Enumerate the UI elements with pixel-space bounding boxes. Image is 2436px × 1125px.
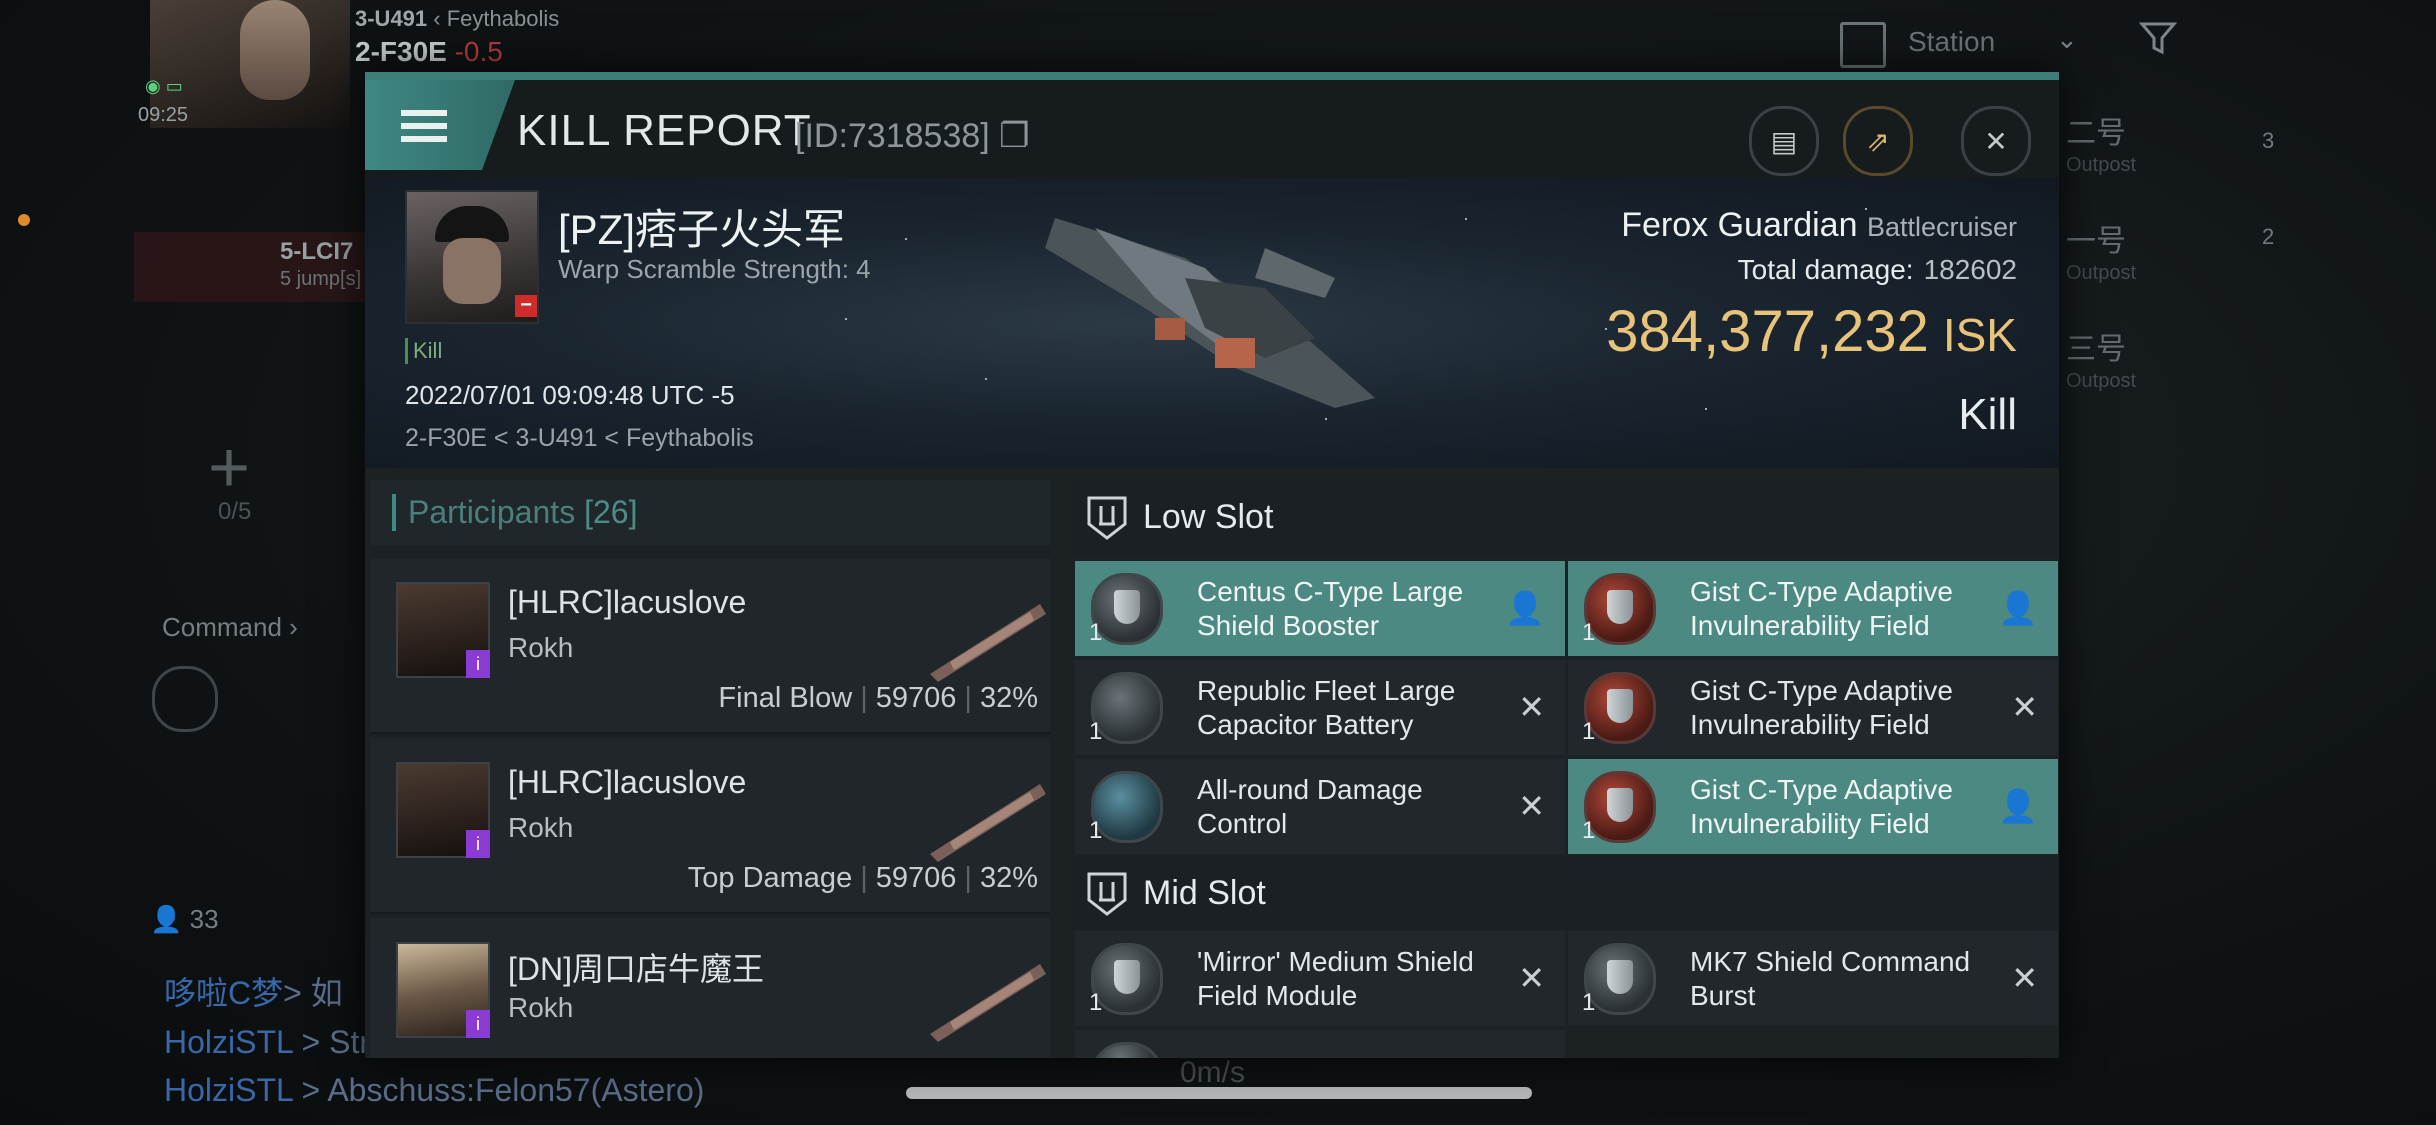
participant-ship: Rokh — [508, 812, 574, 843]
low-slot-icon — [1087, 496, 1127, 540]
chat-line: HolziSTL > Abschuss:Felon57(Astero) — [164, 1072, 705, 1108]
participant-stats: Final Blow | 59706 | 32% — [718, 682, 1038, 714]
command-label[interactable]: Command › — [162, 612, 298, 643]
home-indicator[interactable] — [906, 1087, 1532, 1099]
dropped-person-icon: 👤 — [1998, 590, 2038, 626]
fitting-item[interactable]: 1 All-round Damage Control ✕ — [1075, 759, 1565, 854]
standing-badge: − — [515, 295, 537, 317]
nav-count-1: 3 — [2262, 128, 2275, 153]
participant-row[interactable]: i [HLRC]lacuslove Rokh Final Blow | 59706 |… — [370, 558, 1050, 734]
destroyed-x-icon: ✕ — [2011, 960, 2038, 996]
total-damage: Total damage: 182602 — [1737, 254, 2017, 285]
weapon-icon — [930, 964, 1046, 1042]
fitting-item[interactable]: 1 Gist C-Type Adaptive Invulnerability F… — [1568, 561, 2058, 656]
corp-badge-icon: i — [466, 830, 490, 858]
clipboard-icon: ▤ — [1770, 125, 1798, 157]
report-id[interactable]: [ID:7318538] ❐ — [795, 116, 1030, 156]
kill-tag: Kill — [405, 338, 442, 364]
fitting-item[interactable]: 1 Gist C-Type Adaptive Invulnerability F… — [1568, 759, 2058, 854]
participant-avatar[interactable]: i — [396, 582, 490, 678]
close-button[interactable]: ✕ — [1961, 106, 2031, 176]
close-icon: ✕ — [1984, 125, 2008, 157]
hamburger-icon — [401, 110, 447, 149]
modal-title: KILL REPORT — [517, 106, 812, 155]
command-dial[interactable] — [152, 666, 218, 732]
destroyed-x-icon: ✕ — [1518, 960, 1545, 996]
corp-badge-icon: i — [466, 650, 490, 678]
target-jumps: 5 jump[s] — [280, 268, 362, 290]
module-icon — [1091, 1042, 1163, 1058]
speed-readout: 0m/s — [1180, 1056, 1246, 1089]
target-name: 5-LCI7 — [280, 238, 354, 265]
participant-name: [DN]周口店牛魔王 — [508, 951, 765, 987]
dropped-person-icon: 👤 — [1998, 788, 2038, 824]
weapon-icon — [930, 784, 1046, 862]
station-filter-label: Station — [1908, 26, 1996, 57]
nav-outpost-2[interactable]: 二号 Outpost — [2066, 108, 2216, 198]
fitting-item[interactable]: 1 Republic Fleet Large Capacitor Battery… — [1075, 660, 1565, 755]
filter-icon[interactable] — [2138, 18, 2178, 58]
dropped-person-icon: 👤 — [1505, 590, 1545, 626]
system-path: 3-U491 ‹ Feythabolis — [355, 6, 560, 31]
nav-outpost-3[interactable]: 三号 Outpost — [2066, 324, 2216, 414]
wifi-icon: ◉ ▭ — [145, 76, 183, 96]
fitting-item[interactable] — [1075, 1030, 1565, 1058]
fitting-item[interactable]: 1 Centus C-Type Large Shield Booster 👤 — [1075, 561, 1565, 656]
fitting-item[interactable]: 1 MK7 Shield Command Burst ✕ — [1568, 931, 2058, 1026]
member-count[interactable]: 👤 33 — [150, 904, 219, 935]
participant-avatar[interactable]: i — [396, 942, 490, 1038]
station-checkbox[interactable] — [1840, 22, 1886, 68]
nav-outpost-1[interactable]: 一号 Outpost — [2066, 216, 2216, 306]
kill-report-modal: KILL REPORT [ID:7318538] ❐ ▤ ⇗ ✕ − [PZ]痞… — [365, 72, 2059, 1058]
share-icon: ⇗ — [1866, 125, 1890, 157]
participant-row[interactable]: i [DN]周口店牛魔王 Rokh — [370, 918, 1050, 1058]
clipboard-button[interactable]: ▤ — [1749, 106, 1819, 176]
participant-row[interactable]: i [HLRC]lacuslove Rokh Top Damage | 59706 |… — [370, 738, 1050, 914]
fitting-item[interactable]: 1 'Mirror' Medium Shield Field Module ✕ — [1075, 931, 1565, 1026]
nav-count-2: 2 — [2262, 224, 2275, 249]
mid-slot-icon — [1087, 872, 1127, 916]
destroyed-x-icon: ✕ — [2011, 689, 2038, 725]
ship-image[interactable] — [1035, 188, 1395, 418]
victim-name[interactable]: [PZ]痞子火头军 — [558, 196, 845, 257]
isk-value: 384,377,232 ISK — [1606, 299, 2017, 364]
low-slot-header: Low Slot — [1071, 480, 2059, 556]
participant-avatar[interactable]: i — [396, 762, 490, 858]
destroyed-x-icon: ✕ — [1518, 788, 1545, 824]
weapon-icon — [930, 604, 1046, 682]
participant-ship: Rokh — [508, 992, 574, 1023]
participant-ship: Rokh — [508, 632, 574, 663]
chevron-down-icon[interactable]: ⌄ — [2056, 24, 2078, 55]
chat-line: 哆啦C梦> 如 — [164, 975, 343, 1011]
participant-name: [HLRC]lacuslove — [508, 764, 747, 800]
kill-date: 2022/07/01 09:09:48 UTC -5 — [405, 380, 735, 410]
add-fleet-icon[interactable]: + — [208, 432, 250, 504]
clock: 09:25 — [138, 104, 189, 126]
participants-header[interactable]: Participants [26] — [370, 480, 1050, 546]
ship-name[interactable]: Ferox Guardian Battlecruiser — [1621, 206, 2017, 245]
result-label: Kill — [1958, 390, 2017, 439]
kill-location[interactable]: 2-F30E < 3-U491 < Feythabolis — [405, 424, 754, 453]
share-button[interactable]: ⇗ — [1843, 106, 1913, 176]
victim-banner: − [PZ]痞子火头军 Warp Scramble Strength: 4 Ki… — [365, 178, 2059, 468]
participant-name: [HLRC]lacuslove — [508, 584, 747, 620]
corp-badge-icon: i — [466, 1010, 490, 1038]
participant-stats: Top Damage | 59706 | 32% — [687, 862, 1038, 894]
fleet-count: 0/5 — [218, 498, 252, 525]
current-location[interactable]: 2-F30E -0.5 — [355, 36, 503, 68]
mid-slot-header: Mid Slot — [1071, 856, 2059, 932]
alert-dot — [18, 214, 30, 226]
fitting-item[interactable]: 1 Gist C-Type Adaptive Invulnerability F… — [1568, 660, 2058, 755]
destroyed-x-icon: ✕ — [1518, 689, 1545, 725]
warp-scramble: Warp Scramble Strength: 4 — [558, 254, 871, 284]
